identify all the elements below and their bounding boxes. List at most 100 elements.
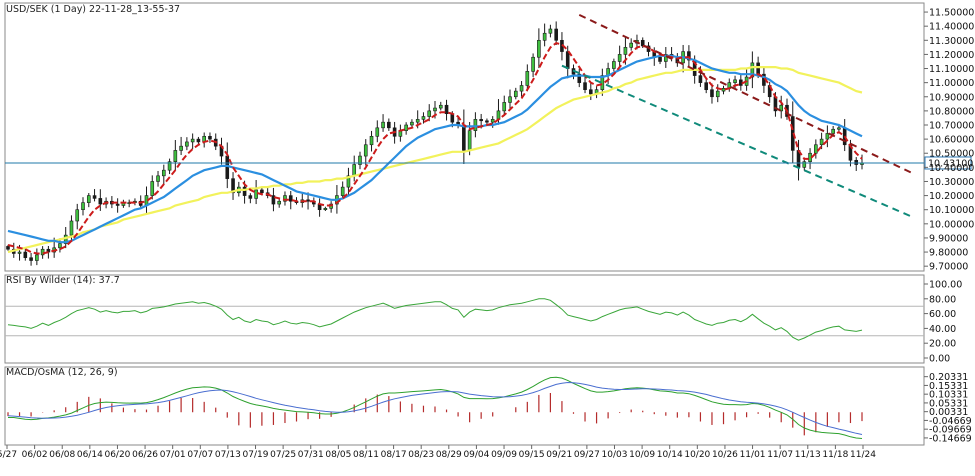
rsi-panel-title: RSI By Wilder (14): 37.7 [6, 275, 120, 286]
price-y-tick-label: 11.50000 [929, 8, 974, 19]
price-y-tick-label: 11.10000 [929, 64, 974, 75]
candle-body [185, 141, 189, 147]
price-y-tick-label: 10.50000 [929, 149, 974, 160]
candle-body [438, 104, 443, 109]
candle-body [23, 251, 28, 259]
candle-body [623, 47, 628, 55]
price-y-tick-label: 10.10000 [929, 205, 974, 216]
x-tick-label: 09/15 [519, 450, 545, 460]
candle-body [254, 189, 258, 199]
x-tick-label: 10/03 [602, 450, 628, 460]
candle-body [98, 198, 103, 205]
price-y-tick-label: 10.30000 [929, 177, 974, 188]
price-y-tick-label: 9.80000 [929, 248, 968, 259]
rsi-plot-area [4, 274, 925, 364]
candle-body [814, 144, 818, 154]
candle-body [462, 124, 466, 151]
candle-body [115, 203, 120, 206]
candle-body [548, 28, 553, 34]
candle-body [375, 127, 380, 137]
candle-body [150, 181, 155, 196]
x-tick-label: 08/05 [325, 450, 351, 460]
x-tick-label: 06/26 [132, 450, 158, 460]
rsi-y-tick-label: 20.00 [929, 339, 956, 350]
candle-body [617, 54, 622, 62]
x-tick-label: 11/13 [795, 450, 821, 460]
candle-body [831, 128, 835, 134]
chart-root: USD/SEK (1 Day) 22-11-28_13-55-37 10.431… [0, 0, 975, 476]
candle-body [837, 127, 841, 130]
x-tick-label: 07/07 [187, 450, 213, 460]
macd-y-axis: 0.203310.153310.103310.053310.00331-0.04… [924, 372, 972, 444]
candle-body [288, 195, 293, 202]
candle-body [612, 61, 616, 69]
candle-body [381, 121, 385, 129]
candle-body [29, 257, 33, 261]
candle-body [658, 56, 662, 62]
price-panel: USD/SEK (1 Day) 22-11-28_13-55-37 10.431… [4, 2, 974, 273]
candle-body [542, 32, 547, 41]
x-tick-label: 07/19 [243, 450, 269, 460]
candle-body [81, 202, 85, 211]
x-tick-label: 07/13 [215, 450, 241, 460]
candle-body [156, 175, 160, 182]
candle-body [190, 138, 195, 143]
candle-body [485, 120, 489, 123]
candle-body [35, 254, 39, 261]
price-y-tick-label: 10.80000 [929, 106, 974, 117]
candle-body [479, 119, 483, 122]
candle-body [854, 159, 859, 165]
candle-body [242, 186, 247, 196]
x-tick-label: 06/02 [22, 450, 48, 460]
x-tick-label: 10/26 [712, 450, 738, 460]
candle-body [513, 90, 518, 98]
candle-body [531, 56, 535, 72]
x-tick-label: 08/23 [408, 450, 434, 460]
candle-body [565, 51, 570, 69]
price-y-tick-label: 9.90000 [929, 233, 968, 244]
x-tick-label: 06/08 [49, 450, 75, 460]
x-tick-label: 07/25 [270, 450, 296, 460]
candle-body [387, 121, 391, 129]
x-tick-label: 06/14 [77, 450, 103, 460]
macd-panel-title: MACD/OsMA (12, 26, 9) [6, 367, 118, 378]
x-tick-label: 09/04 [463, 450, 489, 460]
x-tick-label: 11/18 [822, 450, 848, 460]
rsi-y-tick-label: 60.00 [929, 309, 956, 320]
price-y-tick-label: 10.00000 [929, 219, 974, 230]
candle-body [467, 130, 472, 151]
candle-body [179, 145, 183, 151]
candle-body [415, 119, 420, 123]
candle-body [410, 121, 414, 126]
candle-body [525, 71, 530, 86]
rsi-y-tick-label: 100.00 [929, 280, 962, 291]
candle-body [363, 144, 368, 157]
candle-body [819, 138, 824, 146]
candle-body [496, 110, 501, 120]
candle-body [340, 186, 345, 196]
x-tick-label: 07/31 [298, 450, 324, 460]
candle-body [698, 75, 703, 83]
candle-body [629, 42, 633, 48]
candle-body [433, 107, 437, 112]
price-y-tick-label: 9.70000 [929, 262, 968, 273]
candle-body [715, 90, 720, 98]
candle-body [208, 135, 212, 140]
x-tick-label: 11/01 [740, 450, 766, 460]
x-tick-label: 08/11 [353, 450, 379, 460]
candle-body [58, 243, 62, 249]
macd-panel: MACD/OsMA (12, 26, 9) 0.203310.153310.10… [4, 366, 972, 446]
candle-body [444, 104, 449, 115]
x-tick-label: 10/20 [684, 450, 710, 460]
candle-body [161, 169, 166, 177]
candle-body [260, 189, 264, 194]
candle-body [640, 39, 645, 47]
candle-body [173, 150, 178, 163]
rsi-y-tick-label: 0.00 [929, 354, 950, 365]
candle-body [75, 209, 80, 222]
candle-body [502, 102, 507, 112]
price-y-tick-label: 11.30000 [929, 36, 974, 47]
x-tick-label: 09/27 [574, 450, 600, 460]
candle-body [588, 89, 593, 95]
x-tick-label: 09/09 [491, 450, 517, 460]
